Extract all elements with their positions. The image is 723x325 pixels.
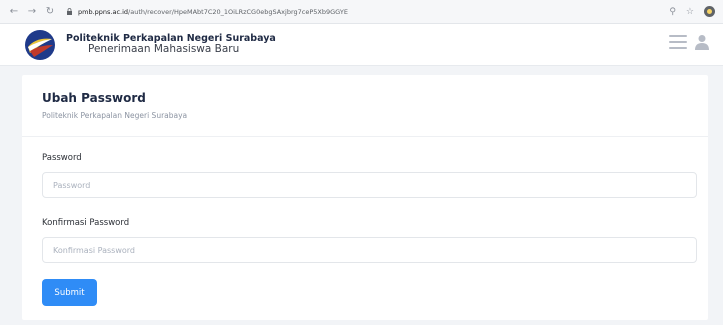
lock-icon — [66, 8, 73, 15]
password-label: Password — [42, 153, 82, 163]
password-input[interactable]: Password — [42, 172, 697, 198]
reload-icon[interactable]: ↻ — [44, 6, 56, 18]
hamburger-menu-icon[interactable] — [669, 35, 687, 49]
back-arrow-icon[interactable]: ← — [8, 6, 20, 18]
forward-arrow-icon[interactable]: → — [26, 6, 38, 18]
ppns-logo[interactable] — [22, 27, 58, 63]
address-bar[interactable]: pmb.ppns.ac.id/auth/recover/HpeMAbt7C20_… — [66, 4, 659, 20]
site-header: Politeknik Perkapalan Negeri Surabaya Pe… — [0, 24, 723, 66]
confirm-password-label: Konfirmasi Password — [42, 218, 130, 228]
url-path: /auth/recover/HpeMAbt7C20_1OiLRzCG0ebgSA… — [128, 7, 348, 16]
site-brand: Politeknik Perkapalan Negeri Surabaya Pe… — [66, 33, 276, 56]
page-title: Ubah Password — [42, 91, 146, 105]
browser-toolbar: ← → ↻ pmb.ppns.ac.id/auth/recover/HpeMAb… — [0, 0, 723, 24]
change-password-card: Ubah Password Politeknik Perkapalan Nege… — [22, 75, 708, 320]
program-name: Penerimaan Mahasiswa Baru — [88, 42, 240, 55]
page-subtitle: Politeknik Perkapalan Negeri Surabaya — [42, 111, 188, 120]
confirm-password-input[interactable]: Konfirmasi Password — [42, 237, 697, 263]
profile-avatar-icon[interactable] — [704, 6, 715, 17]
zoom-icon[interactable]: ⚲ — [669, 7, 676, 17]
submit-button[interactable]: Submit — [42, 279, 97, 306]
user-icon[interactable] — [695, 34, 709, 50]
url-host: pmb.ppns.ac.id — [78, 7, 129, 16]
star-icon[interactable]: ☆ — [686, 7, 694, 17]
